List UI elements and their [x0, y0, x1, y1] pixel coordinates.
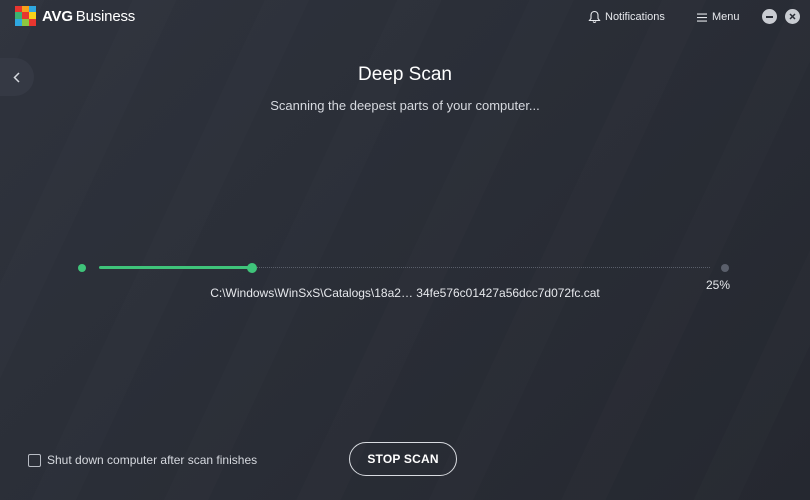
- bell-icon: [588, 10, 601, 24]
- stop-scan-button[interactable]: STOP SCAN: [349, 442, 457, 476]
- title-bar: AVG Business Notifications Menu: [0, 0, 810, 34]
- page-subtitle: Scanning the deepest parts of your compu…: [270, 98, 540, 113]
- minimize-icon: [766, 15, 773, 18]
- menu-label: Menu: [712, 11, 740, 23]
- brand-label: AVG: [42, 8, 73, 25]
- brand-name: AVG Business: [42, 8, 135, 25]
- close-button[interactable]: [785, 9, 800, 24]
- app-window: AVG Business Notifications Menu Deep Sca…: [0, 0, 810, 500]
- progress-start-dot: [78, 264, 86, 272]
- shutdown-label: Shut down computer after scan finishes: [47, 453, 258, 467]
- progress-percent: 25%: [705, 278, 730, 292]
- progress-end-dot: [721, 264, 729, 272]
- progress-knob: [246, 263, 257, 273]
- page-title: Deep Scan: [357, 64, 452, 85]
- shutdown-checkbox[interactable]: [28, 453, 41, 467]
- hamburger-icon: [697, 13, 707, 22]
- current-file-path: C:\Windows\WinSxS\Catalogs\18a2… 34fe576…: [210, 286, 600, 300]
- notifications-label: Notifications: [605, 11, 665, 23]
- menu-button[interactable]: Menu: [697, 9, 740, 25]
- product-label: Business: [75, 8, 136, 25]
- shutdown-option[interactable]: Shut down computer after scan finishes: [28, 453, 257, 467]
- avg-logo-icon: [15, 6, 36, 26]
- minimize-button[interactable]: [762, 9, 777, 24]
- notifications-button[interactable]: Notifications: [588, 9, 665, 25]
- progress-fill: [99, 266, 252, 269]
- close-icon: [789, 13, 796, 20]
